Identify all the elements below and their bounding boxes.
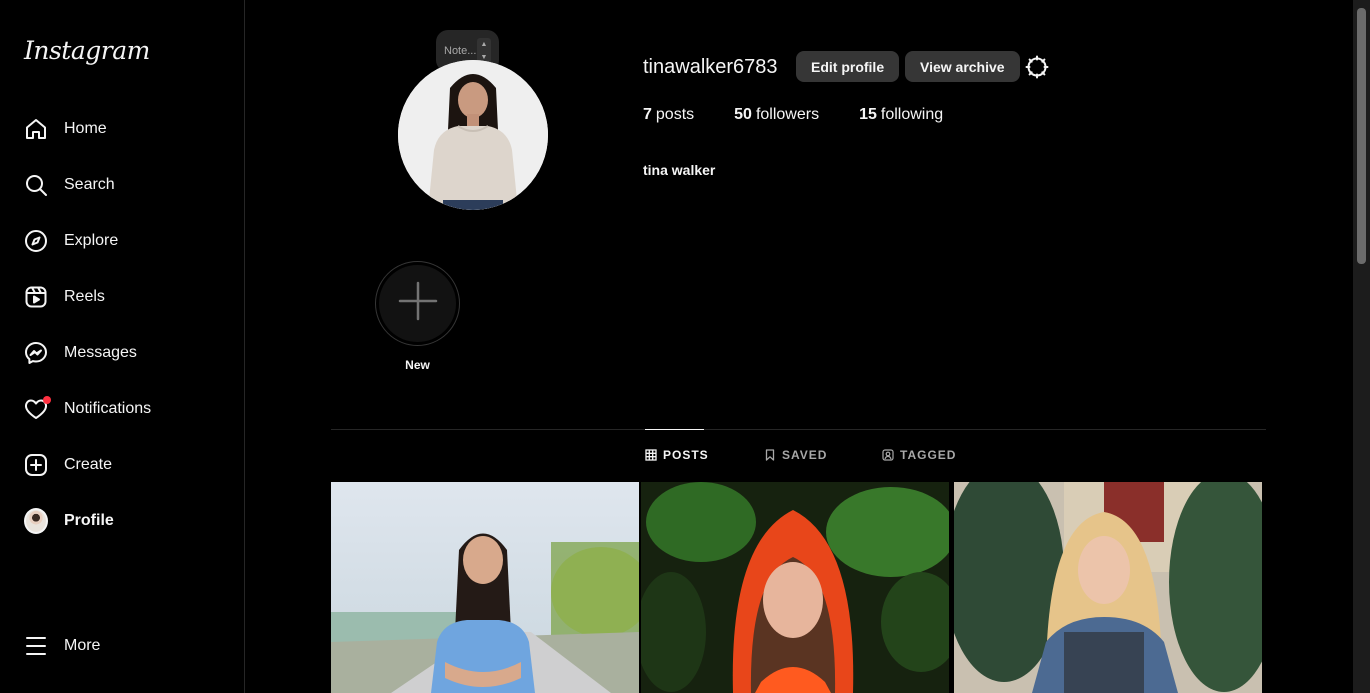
bookmark-icon	[764, 449, 776, 461]
post-thumbnail[interactable]	[641, 482, 949, 693]
tab-label: POSTS	[663, 448, 709, 462]
sidebar-item-reels[interactable]: Reels	[12, 273, 232, 321]
messenger-icon	[24, 341, 48, 365]
sidebar-item-profile[interactable]: Profile	[12, 497, 232, 545]
post-thumbnail[interactable]	[954, 482, 1262, 693]
edit-profile-button[interactable]: Edit profile	[796, 51, 900, 82]
followers-link[interactable]: 50 followers	[734, 106, 819, 124]
tab-label: TAGGED	[900, 448, 957, 462]
sidebar-item-notifications[interactable]: Notifications	[12, 385, 232, 433]
heart-icon	[24, 396, 51, 421]
posts-count: 7 posts	[643, 106, 695, 123]
sidebar-item-label: Create	[64, 456, 113, 473]
sidebar-item-label: Reels	[64, 288, 105, 305]
home-icon	[24, 117, 48, 141]
tab-label: SAVED	[782, 448, 828, 462]
chevron-up-icon: ▲	[480, 41, 488, 48]
notification-dot	[43, 396, 51, 404]
sidebar-item-label: Explore	[64, 232, 119, 249]
hamburger-menu-icon	[24, 634, 48, 658]
note-placeholder: Note...	[444, 45, 477, 57]
gear-icon[interactable]	[1025, 55, 1049, 79]
sidebar-item-create[interactable]: Create	[12, 441, 232, 489]
sidebar-item-home[interactable]: Home	[12, 105, 232, 153]
tab-posts[interactable]: POSTS	[645, 448, 709, 462]
sidebar: Instagram Home Search Explore Reels Mess…	[0, 0, 245, 693]
new-highlight-button[interactable]	[375, 261, 460, 346]
sidebar-item-label: Notifications	[64, 400, 152, 417]
sidebar-item-label: Messages	[64, 344, 137, 361]
sidebar-item-label: Profile	[64, 512, 114, 529]
search-icon	[24, 173, 48, 197]
tabs-divider	[331, 429, 1266, 430]
profile-full-name: tina walker	[643, 162, 716, 178]
grid-icon	[645, 449, 657, 461]
sidebar-item-label: Home	[64, 120, 107, 137]
tab-tagged[interactable]: TAGGED	[882, 448, 956, 462]
profile-username: tinawalker6783	[643, 56, 778, 78]
sidebar-item-messages[interactable]: Messages	[12, 329, 232, 377]
tagged-icon	[882, 449, 894, 461]
following-link[interactable]: 15 following	[859, 106, 943, 124]
plus-square-icon	[24, 453, 48, 477]
tab-saved[interactable]: SAVED	[764, 448, 827, 462]
compass-icon	[24, 229, 48, 253]
plus-icon	[396, 279, 440, 328]
sidebar-item-label: Search	[64, 176, 115, 193]
reels-icon	[24, 285, 48, 309]
scrollbar-thumb[interactable]	[1357, 8, 1366, 264]
profile-stats: 7 posts 50 followers 15 following	[643, 106, 983, 124]
instagram-logo[interactable]: Instagram	[24, 36, 150, 65]
post-thumbnail[interactable]	[331, 482, 639, 693]
view-archive-button[interactable]: View archive	[905, 51, 1020, 82]
new-highlight-label: New	[405, 358, 430, 372]
vertical-scrollbar[interactable]	[1353, 0, 1370, 693]
profile-avatar[interactable]	[398, 60, 548, 210]
sidebar-item-explore[interactable]: Explore	[12, 217, 232, 265]
active-tab-indicator	[645, 429, 704, 430]
sidebar-item-search[interactable]: Search	[12, 161, 232, 209]
sidebar-item-label: More	[64, 637, 101, 654]
avatar	[24, 508, 48, 534]
sidebar-item-more[interactable]: More	[12, 622, 232, 670]
